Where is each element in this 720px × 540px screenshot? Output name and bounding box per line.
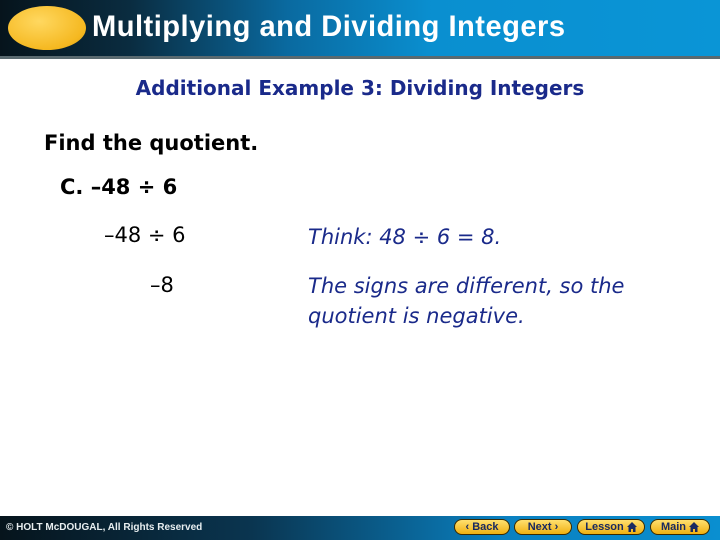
logo-oval (8, 6, 86, 50)
example-title: Additional Example 3: Dividing Integers (135, 76, 585, 100)
page-title: Multiplying and Dividing Integers (92, 10, 566, 43)
instruction: Find the quotient. (44, 131, 259, 155)
main-button[interactable]: Main (650, 519, 710, 535)
home-icon (689, 522, 700, 532)
lesson-button[interactable]: Lesson (577, 519, 645, 535)
step-math: –48 ÷ 6 (104, 223, 186, 247)
back-button[interactable]: ‹ Back (454, 519, 510, 535)
next-button[interactable]: Next › (514, 519, 572, 535)
copyright: © HOLT McDOUGAL, All Rights Reserved (6, 522, 203, 533)
next-label: Next › (527, 521, 559, 533)
step-note: The signs are different, so the quotient… (308, 274, 625, 328)
step-math: –8 (150, 273, 174, 297)
header-banner: Multiplying and Dividing Integers (0, 0, 720, 59)
main-label: Main (660, 521, 687, 533)
back-label: ‹ Back (465, 521, 499, 533)
problem-part: C. –48 ÷ 6 (60, 175, 178, 199)
footer-bar: © HOLT McDOUGAL, All Rights Reserved ‹ B… (0, 516, 720, 540)
home-icon (626, 522, 637, 532)
lesson-label: Lesson (585, 521, 624, 533)
step-note: Think: 48 ÷ 6 = 8. (308, 225, 502, 249)
